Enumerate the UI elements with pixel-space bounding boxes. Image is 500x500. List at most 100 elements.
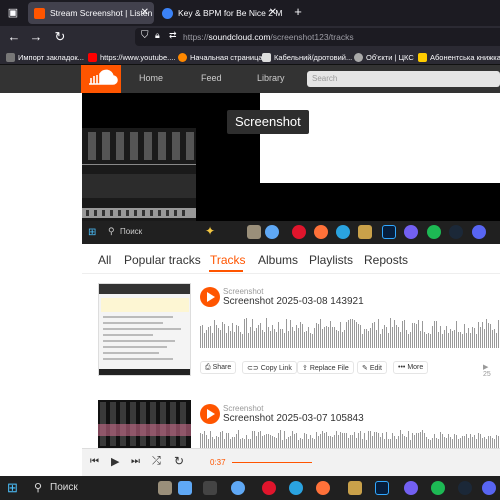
waveform[interactable]	[200, 430, 500, 448]
tab-playlists[interactable]: Playlists	[309, 253, 353, 267]
tab-soundcloud[interactable]: Stream Screenshot | Listen to m ✕	[28, 2, 154, 24]
previous-icon[interactable]: ⏮	[90, 456, 99, 467]
tab-key-bpm[interactable]: Key & BPM for Be Nice 2 Me by ✕	[156, 2, 282, 24]
waveform[interactable]	[200, 318, 500, 348]
waveform-bar	[280, 430, 281, 448]
photoshop-icon[interactable]	[375, 481, 389, 495]
waveform-bar	[240, 332, 241, 348]
shuffle-icon[interactable]: ⤮	[152, 455, 161, 468]
more-button[interactable]: ••• More	[393, 361, 429, 374]
waveform-bar	[460, 438, 461, 448]
waveform-bar	[234, 332, 235, 348]
waveform-bar	[358, 433, 359, 448]
waveform-bar	[222, 322, 223, 348]
waveform-bar	[326, 432, 327, 448]
tab-overview-icon[interactable]: ▣	[5, 5, 21, 21]
new-tab-icon[interactable]: +	[290, 4, 306, 20]
youtube-icon	[88, 52, 97, 62]
waveform-bar	[320, 319, 321, 348]
waveform-bar	[480, 434, 481, 448]
app-icon[interactable]	[348, 481, 362, 495]
waveform-bar	[390, 439, 391, 448]
copilot-icon[interactable]	[231, 481, 245, 495]
bookmark-start-page[interactable]: Начальная страница	[178, 51, 263, 63]
tab-tracks[interactable]: Tracks	[210, 253, 246, 267]
waveform-bar	[346, 433, 347, 448]
opera-icon[interactable]	[262, 481, 276, 495]
windows-start-icon[interactable]: ⊞	[7, 480, 18, 496]
telegram-icon[interactable]	[289, 481, 303, 495]
share-button[interactable]: ⎙ Share	[200, 361, 237, 374]
bookmark-subscriber[interactable]: Абонентська книжка ...	[418, 51, 500, 63]
back-icon[interactable]: ←	[6, 29, 22, 45]
play-button[interactable]	[200, 404, 220, 424]
copy-link-button[interactable]: ⊂⊃ Copy Link	[242, 361, 297, 374]
spotify-icon[interactable]	[431, 481, 445, 495]
close-tab-icon[interactable]: ✕	[269, 7, 277, 18]
waveform-bar	[386, 327, 387, 348]
search-icon[interactable]: ⚲	[34, 481, 42, 494]
nav-feed[interactable]: Feed	[201, 73, 222, 83]
waveform-bar	[462, 436, 463, 448]
waveform-bar	[396, 439, 397, 448]
firefox-icon[interactable]	[316, 481, 330, 495]
soundcloud-logo-icon[interactable]	[81, 65, 121, 93]
viber-icon	[404, 225, 418, 239]
waveform-bar	[476, 439, 477, 448]
waveform-bar	[204, 431, 205, 448]
play-icon[interactable]: ▶	[111, 455, 119, 468]
url-text[interactable]: https://soundcloud.com/screenshot123/tra…	[183, 32, 354, 42]
bookmark-objects[interactable]: Об'єкти | ЦКС	[354, 51, 414, 63]
tab-reposts[interactable]: Reposts	[364, 253, 408, 267]
waveform-bar	[362, 334, 363, 348]
track-artist[interactable]: Screenshot	[223, 404, 263, 413]
app-icon[interactable]	[158, 481, 172, 495]
tab-albums[interactable]: Albums	[258, 253, 298, 267]
track-artwork[interactable]	[98, 283, 191, 376]
waveform-bar	[426, 437, 427, 448]
waveform-bar	[400, 430, 401, 448]
nav-library[interactable]: Library	[257, 73, 285, 83]
play-button[interactable]	[200, 287, 220, 307]
address-bar[interactable]: ⛉ 🔒︎ ⇄ https://soundcloud.com/screenshot…	[135, 28, 500, 46]
progress-track[interactable]	[232, 462, 312, 463]
repeat-icon[interactable]: ↻	[174, 454, 184, 468]
edit-button[interactable]: ✎ Edit	[357, 361, 387, 374]
lock-icon[interactable]: 🔒︎	[155, 30, 160, 41]
steam-icon[interactable]	[458, 481, 472, 495]
replace-file-button[interactable]: ⇪ Replace File	[297, 361, 354, 374]
reload-icon[interactable]: ↻	[52, 29, 68, 45]
waveform-bar	[412, 433, 413, 448]
nav-home[interactable]: Home	[139, 73, 163, 83]
bookmark-import[interactable]: Импорт закладок...	[6, 51, 84, 63]
close-tab-icon[interactable]: ✕	[141, 7, 149, 18]
taskbar-search-label[interactable]: Поиск	[50, 482, 78, 493]
waveform-bar	[358, 324, 359, 348]
bookmark-youtube[interactable]: https://www.youtube....	[88, 51, 175, 63]
track-artist[interactable]: Screenshot	[223, 287, 263, 296]
forward-icon[interactable]: →	[28, 29, 44, 45]
waveform-bar	[424, 332, 425, 348]
more-label: More	[407, 364, 424, 371]
waveform-bar	[254, 431, 255, 448]
bookmark-cable[interactable]: Кабельний/дротовий...	[262, 51, 352, 63]
viber-icon[interactable]	[404, 481, 418, 495]
waveform-bar	[284, 431, 285, 448]
tab-all[interactable]: All	[98, 253, 111, 267]
shield-icon[interactable]: ⛉	[141, 30, 149, 41]
next-icon[interactable]: ⏭	[131, 456, 140, 467]
tab-popular-tracks[interactable]: Popular tracks	[124, 253, 201, 267]
track-title[interactable]: Screenshot 2025-03-07 105843	[223, 413, 364, 424]
waveform-bar	[302, 439, 303, 448]
waveform-bar	[450, 329, 451, 348]
search-input[interactable]: Search	[307, 71, 500, 87]
drop-favicon-icon	[162, 7, 173, 19]
permissions-icon[interactable]: ⇄	[169, 30, 177, 41]
app-icon[interactable]	[178, 481, 192, 495]
track-title[interactable]: Screenshot 2025-03-08 143921	[223, 296, 364, 307]
discord-icon[interactable]	[482, 481, 496, 495]
app-icon[interactable]	[203, 481, 217, 495]
track-artwork[interactable]	[98, 400, 191, 448]
waveform-bar	[342, 332, 343, 348]
waveform-bar	[260, 431, 261, 448]
